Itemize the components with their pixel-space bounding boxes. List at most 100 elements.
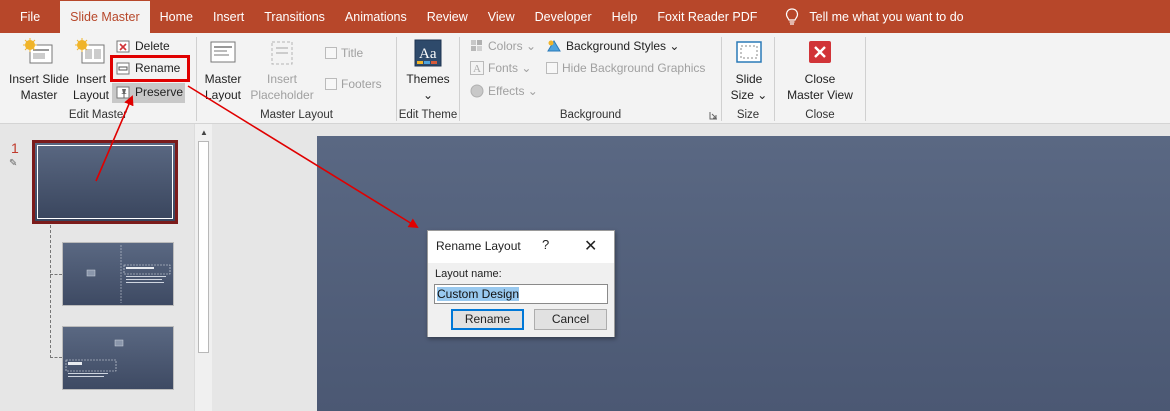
close-master-view-button[interactable]: Close Master View — [781, 37, 859, 103]
master-slide-number: 1 — [11, 140, 19, 156]
themes-button[interactable]: Aa Themes ⌄ — [404, 37, 452, 103]
master-layout-label-2: Layout — [204, 88, 242, 102]
insert-placeholder-button[interactable]: Insert Placeholder ⌄ — [245, 37, 319, 119]
thumbnail-scrollbar[interactable]: ▲ — [194, 124, 212, 411]
pin-icon: ✎ — [9, 158, 18, 169]
insert-layout-label-1: Insert — [75, 72, 106, 86]
group-background: Colors ⌄ A Fonts ⌄ Effects ⌄ Background … — [460, 33, 721, 124]
group-label-close: Close — [805, 109, 835, 121]
insert-slide-master-icon — [23, 38, 53, 64]
close-icon[interactable]: ✕ — [584, 236, 597, 256]
layout-thumbnail-content — [65, 339, 124, 377]
rename-dialog-button[interactable]: Rename — [451, 309, 524, 330]
layout-connector-line — [50, 274, 62, 275]
tab-review[interactable]: Review — [417, 0, 478, 33]
insert-layout-button[interactable]: Insert Layout — [72, 37, 110, 103]
master-layout-button[interactable]: Master Layout — [199, 37, 247, 103]
layout-thumbnail[interactable] — [62, 326, 174, 390]
delete-label: Delete — [135, 39, 170, 53]
background-styles-button[interactable]: Background Styles ⌄ — [546, 36, 679, 56]
slide-master-thumbnail[interactable] — [32, 140, 178, 224]
layout-name-label: Layout name: — [435, 268, 502, 280]
rename-layout-dialog: Rename Layout ? ✕ Layout name: Custom De… — [427, 230, 615, 337]
effects-label: Effects ⌄ — [488, 84, 538, 98]
insert-placeholder-icon — [271, 41, 293, 65]
slide-size-label-1: Slide — [735, 72, 763, 86]
insert-placeholder-label-1: Insert — [266, 72, 297, 86]
effects-button[interactable]: Effects ⌄ — [470, 81, 538, 101]
slide-editing-area — [216, 124, 1170, 411]
title-checkbox[interactable]: Title — [325, 43, 363, 63]
colors-button[interactable]: Colors ⌄ — [470, 36, 536, 56]
tab-developer[interactable]: Developer — [525, 0, 602, 33]
insert-layout-icon — [75, 38, 105, 64]
lightbulb-icon — [786, 7, 799, 25]
cancel-button[interactable]: Cancel — [534, 309, 607, 330]
tab-insert[interactable]: Insert — [203, 0, 254, 33]
tab-file[interactable]: File — [0, 0, 60, 33]
group-edit-master: Insert Slide Master Insert Layout Delete — [0, 33, 196, 124]
tab-transitions[interactable]: Transitions — [254, 0, 335, 33]
tab-view[interactable]: View — [478, 0, 525, 33]
themes-dropdown-caret: ⌄ — [422, 88, 434, 102]
ribbon-tab-bar: File Slide Master Home Insert Transition… — [0, 0, 1170, 33]
hide-background-graphics-box[interactable] — [546, 62, 558, 74]
group-label-background: Background — [559, 109, 622, 121]
footers-checkbox-label: Footers — [341, 77, 382, 91]
insert-layout-label-2: Layout — [72, 88, 110, 102]
colors-icon — [471, 40, 482, 51]
layout-thumbnail[interactable] — [62, 242, 174, 306]
fonts-button[interactable]: A Fonts ⌄ — [470, 58, 531, 78]
layout-thumbnail-content — [86, 245, 171, 303]
title-checkbox-box[interactable] — [325, 47, 337, 59]
slide-size-label-2: Size ⌄ — [730, 88, 768, 102]
ribbon-separator — [865, 37, 866, 121]
dialog-body: Layout name: Custom Design Rename Cancel — [428, 263, 614, 337]
insert-slide-master-label-1: Insert Slide — [8, 72, 70, 86]
svg-text:A: A — [473, 63, 481, 75]
group-label-master-layout: Master Layout — [260, 109, 333, 121]
rename-highlight-box — [110, 55, 190, 82]
ribbon: Insert Slide Master Insert Layout Delete — [0, 33, 1170, 124]
footers-checkbox[interactable]: Footers — [325, 74, 382, 94]
slide-thumbnail-panel: 1 ✎ ▲ — [0, 124, 216, 411]
group-close: Close Master View Close — [775, 33, 865, 124]
tab-home[interactable]: Home — [150, 0, 203, 33]
group-label-size: Size — [736, 109, 760, 121]
delete-button[interactable]: Delete — [116, 36, 170, 56]
layout-name-value: Custom Design — [437, 287, 520, 301]
tell-me-search[interactable]: Tell me what you want to do — [767, 0, 964, 33]
group-edit-theme: Aa Themes ⌄ Edit Theme — [397, 33, 459, 124]
background-styles-label: Background Styles ⌄ — [566, 39, 680, 53]
fonts-label: Fonts ⌄ — [488, 61, 532, 75]
hide-background-graphics-label: Hide Background Graphics — [562, 61, 706, 75]
preserve-icon — [116, 86, 130, 98]
master-layout-icon — [210, 41, 236, 63]
layout-connector-line — [50, 357, 62, 358]
slide-size-icon — [736, 41, 762, 63]
fonts-icon: A — [470, 61, 484, 75]
layout-connector-line — [50, 225, 51, 358]
close-master-view-icon — [809, 41, 831, 63]
scroll-up-icon[interactable]: ▲ — [200, 128, 208, 137]
effects-icon — [470, 84, 484, 98]
footers-checkbox-box[interactable] — [325, 78, 337, 90]
scrollbar-thumb[interactable] — [198, 141, 209, 353]
help-button[interactable]: ? — [542, 237, 549, 252]
tell-me-text: Tell me what you want to do — [809, 9, 964, 24]
slide-size-button[interactable]: Slide Size ⌄ — [726, 37, 772, 103]
tab-animations[interactable]: Animations — [335, 0, 417, 33]
preserve-button[interactable]: Preserve — [116, 82, 183, 102]
svg-text:Aa: Aa — [419, 46, 437, 62]
hide-background-graphics-checkbox[interactable]: Hide Background Graphics — [546, 58, 705, 78]
group-label-edit-theme: Edit Theme — [398, 109, 458, 121]
insert-slide-master-label-2: Master — [20, 88, 58, 102]
tab-help[interactable]: Help — [602, 0, 648, 33]
close-master-view-label-1: Close — [804, 72, 836, 86]
tab-foxit-reader-pdf[interactable]: Foxit Reader PDF — [647, 0, 767, 33]
tab-slide-master[interactable]: Slide Master — [60, 1, 150, 33]
layout-name-input[interactable]: Custom Design — [434, 284, 608, 304]
close-master-view-label-2: Master View — [787, 88, 853, 102]
colors-label: Colors ⌄ — [488, 39, 537, 53]
insert-slide-master-button[interactable]: Insert Slide Master — [6, 37, 72, 103]
